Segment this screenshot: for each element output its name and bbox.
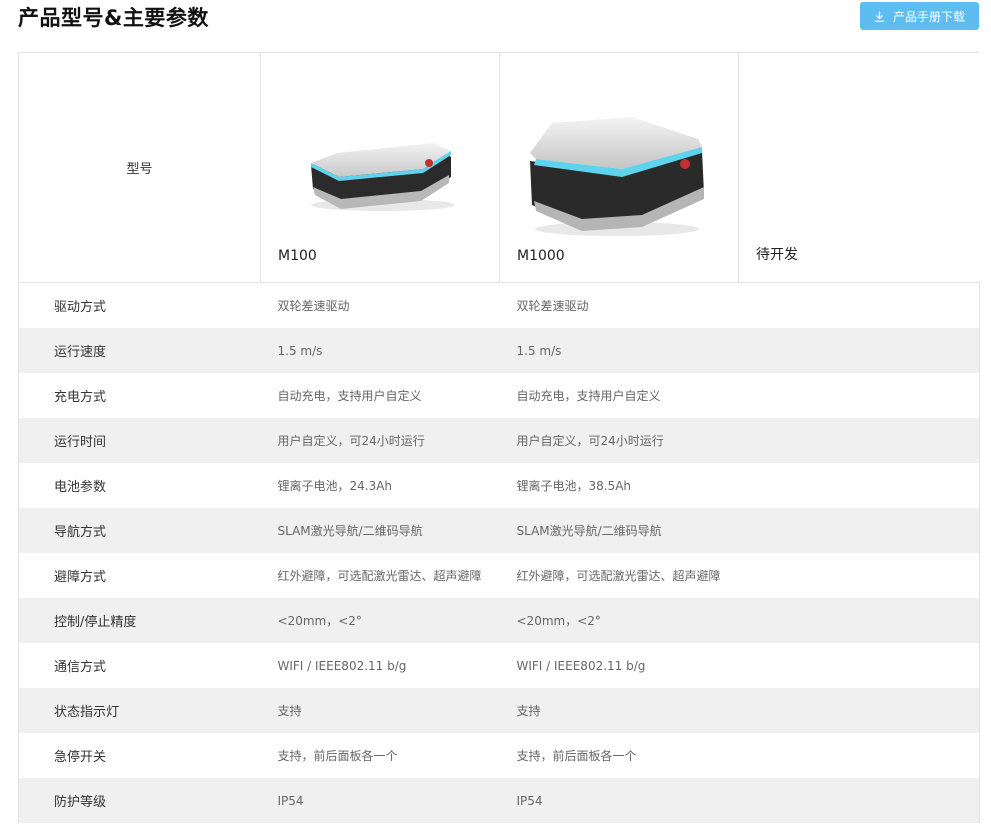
param-row: 状态指示灯 支持 支持 [18, 688, 980, 733]
param-name: 电池参数 [18, 463, 261, 508]
param-row: 导航方式 SLAM激光导航/二维码导航 SLAM激光导航/二维码导航 [18, 508, 980, 553]
param-row: 急停开关 支持，前后面板各一个 支持，前后面板各一个 [18, 733, 980, 778]
param-row: 充电方式 自动充电，支持用户自定义 自动充电，支持用户自定义 [18, 373, 980, 418]
param-value-m100: 1.5 m/s [260, 328, 500, 373]
param-value-pending [738, 418, 980, 463]
param-row: 运行时间 用户自定义，可24小时运行 用户自定义，可24小时运行 [18, 418, 980, 463]
param-row: 防护等级 IP54 IP54 [18, 778, 980, 823]
param-value-m100: <20mm，<2° [260, 598, 500, 643]
param-value-m1000: 支持，前后面板各一个 [499, 733, 739, 778]
param-value-m1000: 锂离子电池，38.5Ah [499, 463, 739, 508]
param-value-m1000: 自动充电，支持用户自定义 [499, 373, 739, 418]
param-name: 驱动方式 [18, 282, 261, 328]
param-name: 急停开关 [18, 733, 261, 778]
param-value-m1000: WIFI / IEEE802.11 b/g [499, 643, 739, 688]
param-value-pending [738, 282, 980, 328]
param-value-m100: 支持，前后面板各一个 [260, 733, 500, 778]
param-row: 避障方式 红外避障，可选配激光雷达、超声避障 红外避障，可选配激光雷达、超声避障 [18, 553, 980, 598]
model-cell-m100: M100 [260, 53, 500, 283]
model-label-cell: 型号 [18, 53, 261, 283]
spec-table: 型号 M100 M1000 待开发 驱动方式 双轮差速驱动 双轮差速驱动 运行速… [18, 53, 980, 823]
param-value-m100: 双轮差速驱动 [260, 282, 500, 328]
param-name: 导航方式 [18, 508, 261, 553]
param-name: 防护等级 [18, 778, 261, 823]
param-value-m1000: 1.5 m/s [499, 328, 739, 373]
download-icon [874, 11, 885, 22]
param-value-pending [738, 373, 980, 418]
download-manual-button[interactable]: 产品手册下载 [860, 2, 979, 30]
param-value-m1000: 双轮差速驱动 [499, 282, 739, 328]
param-name: 通信方式 [18, 643, 261, 688]
param-value-m1000: SLAM激光导航/二维码导航 [499, 508, 739, 553]
param-value-m100: 支持 [260, 688, 500, 733]
model-label: 型号 [126, 162, 153, 177]
model-cell-pending: 待开发 [738, 53, 980, 283]
param-value-m1000: IP54 [499, 778, 739, 823]
param-value-m100: IP54 [260, 778, 500, 823]
param-value-pending [738, 508, 980, 553]
param-name: 运行速度 [18, 328, 261, 373]
robot-m100-image [311, 143, 455, 211]
param-value-pending [738, 643, 980, 688]
param-value-m1000: 用户自定义，可24小时运行 [499, 418, 739, 463]
model-name-pending: 待开发 [756, 247, 798, 263]
page-title: 产品型号&主要参数 [18, 6, 209, 30]
param-value-m1000: 红外避障，可选配激光雷达、超声避障 [499, 553, 739, 598]
param-value-pending [738, 328, 980, 373]
param-value-pending [738, 598, 980, 643]
param-value-m100: SLAM激光导航/二维码导航 [260, 508, 500, 553]
param-value-m1000: 支持 [499, 688, 739, 733]
param-value-pending [738, 778, 980, 823]
param-row: 电池参数 锂离子电池，24.3Ah 锂离子电池，38.5Ah [18, 463, 980, 508]
model-cell-m1000: M1000 [499, 53, 739, 283]
param-row: 控制/停止精度 <20mm，<2° <20mm，<2° [18, 598, 980, 643]
param-name: 状态指示灯 [18, 688, 261, 733]
param-row: 通信方式 WIFI / IEEE802.11 b/g WIFI / IEEE80… [18, 643, 980, 688]
param-value-m100: 锂离子电池，24.3Ah [260, 463, 500, 508]
param-row: 运行速度 1.5 m/s 1.5 m/s [18, 328, 980, 373]
param-value-m100: 红外避障，可选配激光雷达、超声避障 [260, 553, 500, 598]
param-value-m100: 自动充电，支持用户自定义 [260, 373, 500, 418]
param-name: 充电方式 [18, 373, 261, 418]
param-value-m1000: <20mm，<2° [499, 598, 739, 643]
param-value-pending [738, 553, 980, 598]
param-value-pending [738, 463, 980, 508]
param-name: 避障方式 [18, 553, 261, 598]
model-name-m1000: M1000 [517, 248, 565, 264]
param-value-m100: 用户自定义，可24小时运行 [260, 418, 500, 463]
param-value-pending [738, 688, 980, 733]
param-row: 驱动方式 双轮差速驱动 双轮差速驱动 [18, 282, 980, 328]
model-row: 型号 M100 M1000 待开发 [18, 53, 980, 283]
param-name: 运行时间 [18, 418, 261, 463]
page-header: 产品型号&主要参数 产品手册下载 [18, 0, 979, 53]
param-value-m100: WIFI / IEEE802.11 b/g [260, 643, 500, 688]
robot-m1000-image [530, 117, 704, 236]
param-value-pending [738, 733, 980, 778]
model-name-m100: M100 [278, 248, 317, 264]
download-manual-label: 产品手册下载 [892, 9, 965, 24]
param-name: 控制/停止精度 [18, 598, 261, 643]
